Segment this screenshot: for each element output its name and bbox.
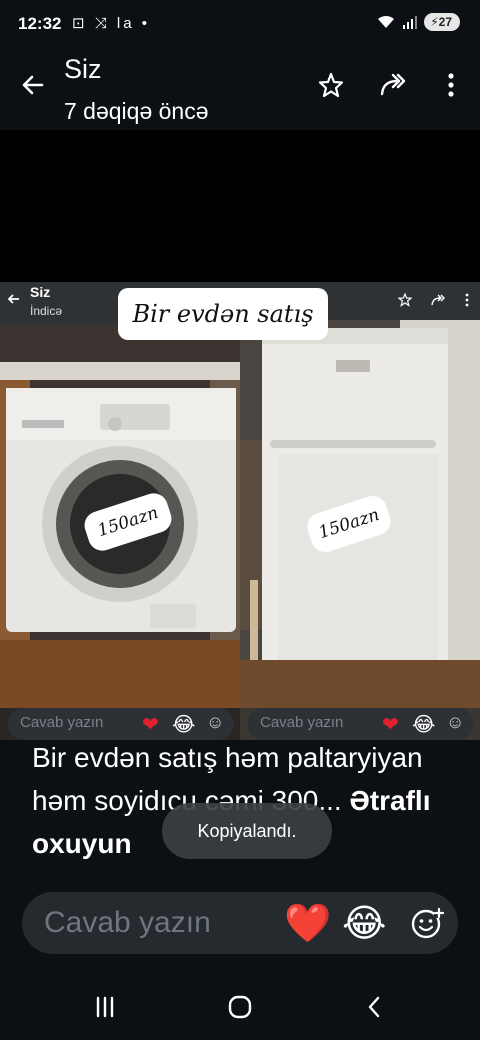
- status-notification-icons: ⊡ ⤨ la •: [72, 15, 150, 32]
- recent-apps-icon[interactable]: [90, 992, 120, 1022]
- story-time: 7 dəqiqə öncə: [64, 98, 209, 124]
- photo-washing-machine: Siz İndicə 150azn Cavab yazın ❤ 😂 ☺: [0, 282, 240, 740]
- wifi-icon: [378, 15, 395, 28]
- mini-header-sub: İndicə: [30, 304, 63, 318]
- mini-add-emoji-icon: ☺: [206, 712, 225, 732]
- story-media[interactable]: Siz İndicə 150azn Cavab yazın ❤ 😂 ☺ 150a…: [0, 282, 480, 740]
- mini-heart-icon: ❤: [142, 714, 159, 736]
- copied-toast: Kopiyalandı.: [162, 803, 332, 859]
- story-author: Siz: [64, 54, 102, 84]
- reply-bar[interactable]: Cavab yazın ❤️ 😂: [22, 892, 458, 954]
- signal-icon: [403, 16, 418, 29]
- overlay-label: Bir evdən satış: [118, 288, 328, 340]
- back-icon[interactable]: [360, 992, 390, 1022]
- mini-forward-icon: [431, 294, 445, 306]
- heart-reaction-icon[interactable]: ❤️: [284, 904, 331, 944]
- mini-laugh-icon-right: 😂: [412, 714, 436, 736]
- mini-star-icon: [398, 293, 412, 307]
- battery-icon: ⚡27: [424, 13, 460, 31]
- star-icon[interactable]: [316, 70, 346, 100]
- reply-input[interactable]: Cavab yazın: [44, 906, 211, 940]
- more-vertical-icon[interactable]: [436, 70, 466, 100]
- media-letterbox: [0, 130, 480, 282]
- mini-back-arrow-icon: [7, 294, 19, 304]
- home-icon[interactable]: [225, 992, 255, 1022]
- status-time: 12:32: [18, 14, 62, 33]
- mini-more-icon: [465, 293, 469, 307]
- mini-heart-icon-right: ❤: [382, 714, 399, 736]
- add-emoji-icon[interactable]: [410, 906, 444, 940]
- back-arrow-icon[interactable]: [18, 70, 48, 100]
- laugh-reaction-icon[interactable]: 😂: [342, 904, 386, 944]
- status-right-group: ⚡27: [376, 13, 460, 31]
- battery-level: 27: [438, 15, 452, 29]
- mini-reply-placeholder-left: Cavab yazın: [20, 714, 104, 731]
- system-nav-bar: [0, 972, 480, 1040]
- mini-laugh-icon: 😂: [172, 714, 196, 736]
- mini-add-emoji-icon-right: ☺: [446, 712, 465, 732]
- forward-icon[interactable]: [378, 70, 408, 100]
- mini-header-title: Siz: [30, 284, 51, 300]
- mini-reply-placeholder-right: Cavab yazın: [260, 714, 344, 731]
- status-bar: 12:32 ⊡ ⤨ la • ⚡27: [0, 0, 480, 48]
- story-header: Siz 7 dəqiqə öncə: [0, 48, 480, 130]
- photo-refrigerator: 150azn Cavab yazın ❤ 😂 ☺: [240, 282, 480, 740]
